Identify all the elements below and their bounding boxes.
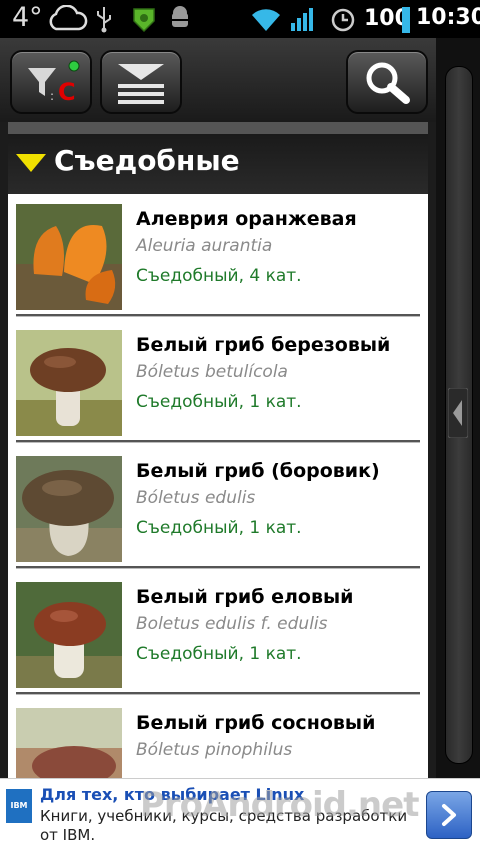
list-item[interactable]: Белый гриб еловый Boletus edulis f. edul…: [8, 572, 428, 698]
list-item[interactable]: Белый гриб сосновый Bóletus pinophilus: [8, 698, 428, 778]
mushroom-list: Алеврия оранжевая Aleuria aurantia Съедо…: [8, 194, 428, 778]
filter-icon: :: [28, 60, 80, 103]
signal-icon: [290, 5, 318, 37]
app-shield-icon: [130, 5, 158, 37]
filter-button[interactable]: : C: [10, 50, 92, 114]
toolbar: : C: [0, 38, 436, 122]
temperature: 4°: [12, 2, 43, 33]
sort-button[interactable]: [100, 50, 182, 114]
item-name: Белый гриб сосновый: [136, 712, 376, 734]
item-category: Съедобный, 1 кат.: [136, 644, 302, 664]
list-sort-icon: [118, 64, 164, 104]
divider: [16, 566, 420, 569]
status-bar: 4° 100 10:30: [0, 0, 480, 38]
list-item[interactable]: Белый гриб (боровик) Bóletus edulis Съед…: [8, 446, 428, 572]
chevron-left-icon[interactable]: [448, 388, 468, 438]
mushroom-thumbnail: [16, 330, 122, 436]
ad-open-button[interactable]: [426, 791, 472, 839]
item-latin-name: Aleuria aurantia: [136, 236, 273, 256]
list-item[interactable]: Алеврия оранжевая Aleuria aurantia Съедо…: [8, 194, 428, 320]
item-name: Алеврия оранжевая: [136, 208, 357, 230]
mushroom-thumbnail: [16, 582, 122, 688]
mushroom-thumbnail: [16, 456, 122, 562]
mushroom-thumbnail: [16, 204, 122, 310]
divider: [16, 440, 420, 443]
android-bug-icon: [168, 5, 192, 37]
alarm-icon: [330, 5, 356, 37]
cloud-icon: [46, 4, 88, 37]
item-category: Съедобный, 1 кат.: [136, 518, 302, 538]
usb-icon: [94, 5, 114, 37]
search-icon: [366, 62, 410, 104]
section-title: Съедобные: [54, 144, 240, 177]
divider: [16, 692, 420, 695]
filter-letter: C: [58, 78, 76, 106]
wifi-icon: [250, 5, 282, 37]
item-latin-name: Boletus edulis f. edulis: [136, 614, 328, 634]
mushroom-thumbnail: [16, 708, 122, 778]
battery-icon: [402, 7, 410, 37]
item-name: Белый гриб березовый: [136, 334, 391, 356]
ad-banner[interactable]: IBM Для тех, кто выбирает Linux Книги, у…: [0, 778, 480, 855]
collapse-arrow-icon: [16, 154, 46, 172]
search-button[interactable]: [346, 50, 428, 114]
item-category: Съедобный, 4 кат.: [136, 266, 302, 286]
item-category: Съедобный, 1 кат.: [136, 392, 302, 412]
list-item[interactable]: Белый гриб березовый Bóletus betulícola …: [8, 320, 428, 446]
item-name: Белый гриб еловый: [136, 586, 354, 608]
ibm-logo: IBM: [6, 789, 32, 823]
watermark: ProAndroid.net: [140, 785, 419, 825]
clock: 10:30: [416, 5, 480, 30]
item-latin-name: Bóletus pinophilus: [136, 740, 293, 760]
divider: [16, 314, 420, 317]
item-latin-name: Bóletus betulícola: [136, 362, 288, 382]
side-drawer-handle[interactable]: [436, 38, 480, 778]
chevron-right-icon: [442, 804, 456, 826]
svg-text::: :: [50, 89, 54, 103]
item-name: Белый гриб (боровик): [136, 460, 380, 482]
section-header[interactable]: Съедобные: [8, 122, 428, 194]
mushroom-list-panel: Съедобные Алеврия оранжевая Aleuria aura…: [8, 122, 428, 778]
item-latin-name: Bóletus edulis: [136, 488, 256, 508]
